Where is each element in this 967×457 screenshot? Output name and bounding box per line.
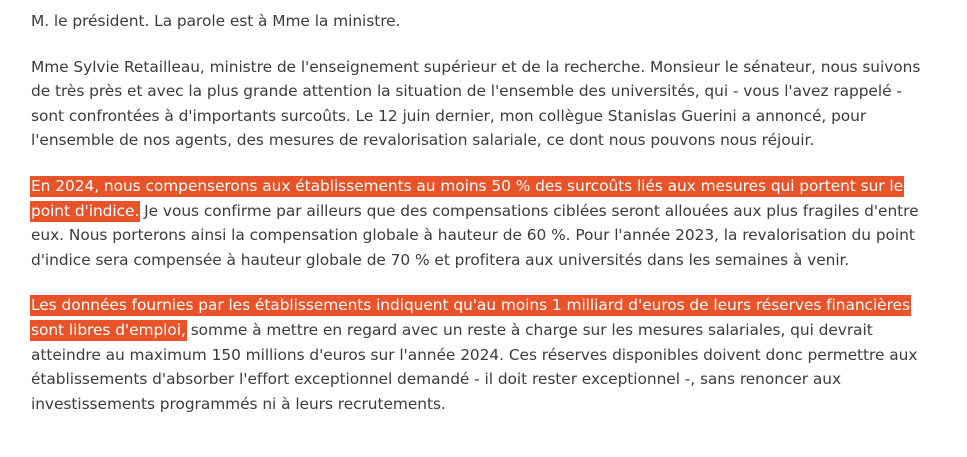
paragraph-text: M. le président. La parole est à Mme la … (31, 12, 401, 30)
paragraph-reserves: Les données fournies par les établisseme… (30, 293, 936, 416)
paragraph-minister-intro: Mme Sylvie Retailleau, ministre de l'ens… (31, 55, 936, 153)
paragraph-compensation: En 2024, nous compenserons aux établisse… (30, 174, 936, 272)
paragraph-president: M. le président. La parole est à Mme la … (31, 9, 936, 34)
paragraph-text: Mme Sylvie Retailleau, ministre de l'ens… (31, 57, 921, 150)
transcript-body: M. le président. La parole est à Mme la … (30, 9, 936, 437)
paragraph-text: Je vous confirme par ailleurs que des co… (31, 201, 919, 269)
